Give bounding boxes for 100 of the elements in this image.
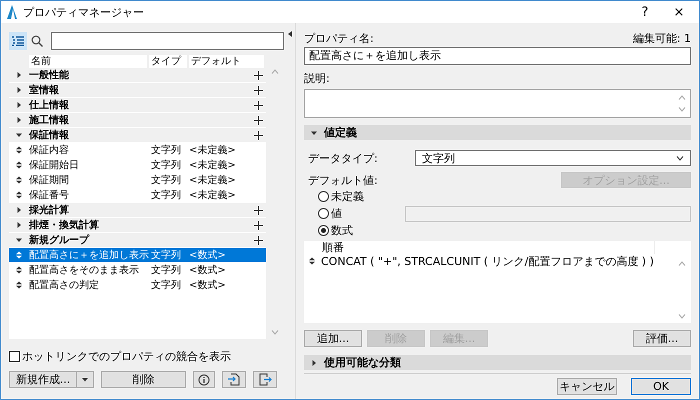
value-field[interactable]	[405, 206, 691, 222]
property-type: 文字列	[151, 158, 182, 172]
property-name: 保証番号	[29, 188, 70, 202]
property-default: <未定義>	[189, 174, 237, 186]
radio-button[interactable]	[318, 208, 329, 220]
expand-icon[interactable]	[15, 116, 23, 124]
radio-label: 値	[331, 206, 342, 222]
group-name: 一般性能	[29, 68, 70, 82]
data-type-dropdown[interactable]: 文字列	[415, 150, 691, 166]
app-logo-icon	[7, 5, 17, 19]
info-icon	[198, 374, 210, 386]
group-name: 施工情報	[29, 114, 70, 126]
property-default: <数式>	[189, 264, 227, 276]
expand-icon[interactable]	[15, 71, 23, 79]
group-name: 室情報	[29, 84, 60, 96]
collapse-icon[interactable]	[15, 131, 23, 139]
reorder-icon[interactable]	[16, 191, 22, 199]
group-row[interactable]: 施工情報	[9, 113, 266, 128]
checkbox[interactable]	[9, 350, 20, 362]
group-row[interactable]: 排煙・換気計算	[9, 218, 266, 233]
new-button[interactable]: 新規作成...	[9, 371, 94, 388]
property-name-field[interactable]: 配置高さに＋を追加し表示	[304, 47, 691, 65]
delete-button[interactable]: 削除	[101, 371, 186, 388]
reorder-icon[interactable]	[16, 176, 22, 184]
add-icon[interactable]	[254, 236, 262, 244]
radio-label: 数式	[331, 223, 353, 238]
add-icon[interactable]	[254, 116, 262, 124]
close-button[interactable]: ×	[665, 4, 693, 20]
group-row[interactable]: 仕上情報	[9, 98, 266, 113]
expand-icon[interactable]	[15, 206, 23, 214]
group-row[interactable]: 採光計算	[9, 203, 266, 218]
section-header[interactable]: 値定義	[304, 125, 691, 140]
group-name: 保証情報	[29, 128, 70, 142]
column-header[interactable]: デフォルト	[189, 55, 264, 68]
expand-icon[interactable]	[15, 101, 23, 109]
reorder-icon[interactable]	[16, 281, 22, 289]
reorder-icon[interactable]	[16, 161, 22, 169]
reorder-icon[interactable]	[309, 257, 315, 266]
search-icon[interactable]	[31, 35, 43, 47]
group-row[interactable]: 室情報	[9, 83, 266, 98]
field-label: デフォルト値:	[308, 172, 378, 188]
section-header[interactable]: 使用可能な分類	[304, 355, 691, 370]
group-row[interactable]: 新規グループ	[9, 233, 266, 248]
property-name: 保証期間	[29, 174, 70, 186]
add-icon[interactable]	[254, 220, 262, 230]
add-icon[interactable]	[254, 100, 262, 110]
formula-text[interactable]: CONCAT ( "+", STRCALCUNIT ( リンク/配置フロアまでの高度 ) )	[321, 254, 654, 269]
group-row[interactable]: 一般性能	[9, 68, 266, 83]
property-row[interactable]: 配置高さに＋を追加し表示 文字列 <数式>	[9, 248, 266, 263]
field-label: 説明:	[304, 71, 330, 85]
editable-count: 編集可能: 1	[632, 31, 691, 45]
reorder-icon[interactable]	[16, 146, 22, 154]
column-header[interactable]: 順番	[322, 241, 344, 254]
property-name: 保証開始日	[29, 158, 80, 172]
import-button[interactable]	[222, 371, 246, 388]
reorder-icon[interactable]	[16, 266, 22, 274]
property-default: <数式>	[189, 248, 227, 262]
property-type: 文字列	[151, 174, 182, 186]
search-field[interactable]	[51, 32, 284, 50]
help-button[interactable]: ?	[631, 4, 659, 20]
radio-button[interactable]	[318, 191, 329, 202]
dialog-button[interactable]: OK	[631, 378, 691, 395]
group-name: 採光計算	[29, 204, 70, 216]
section-title: 使用可能な分類	[324, 355, 401, 370]
property-name: 保証内容	[29, 144, 70, 156]
column-header[interactable]: 名前	[29, 55, 147, 68]
expand-icon[interactable]	[15, 86, 23, 94]
add-icon[interactable]	[254, 86, 262, 94]
property-default: <未定義>	[189, 188, 237, 202]
add-icon[interactable]	[254, 206, 262, 214]
list-view-icon[interactable]	[9, 32, 27, 50]
export-button[interactable]	[253, 371, 277, 388]
info-button[interactable]	[193, 371, 215, 388]
column-header[interactable]: タイプ	[149, 55, 187, 68]
collapse-icon[interactable]	[310, 128, 318, 137]
field-label: データタイプ:	[307, 150, 379, 166]
property-type: 文字列	[151, 264, 182, 276]
group-name: 仕上情報	[29, 98, 70, 112]
add-icon[interactable]	[254, 70, 262, 80]
radio-button[interactable]	[318, 225, 329, 236]
formula-button[interactable]: 追加...	[304, 330, 362, 347]
expand-icon[interactable]	[15, 221, 23, 229]
group-row[interactable]: 保証情報	[9, 128, 266, 143]
evaluate-button[interactable]: 評価...	[633, 330, 691, 347]
checkbox-label: ホットリンクでのプロパティの競合を表示	[22, 348, 231, 364]
property-default: <未定義>	[189, 144, 237, 156]
dialog-button[interactable]: キャンセル	[557, 378, 617, 395]
expand-icon[interactable]	[310, 358, 318, 366]
export-icon	[258, 373, 272, 386]
group-name: 新規グループ	[29, 234, 90, 246]
add-icon[interactable]	[254, 130, 262, 140]
field-label: プロパティ名:	[304, 31, 374, 45]
property-name: 配置高さの判定	[29, 278, 100, 292]
section-title: 値定義	[324, 125, 357, 140]
collapse-icon[interactable]	[15, 236, 23, 244]
property-type: 文字列	[151, 248, 182, 262]
caret-icon	[82, 378, 88, 382]
property-default: <数式>	[189, 278, 227, 292]
group-name: 排煙・換気計算	[29, 218, 100, 232]
collapse-panel-icon[interactable]	[288, 31, 292, 37]
